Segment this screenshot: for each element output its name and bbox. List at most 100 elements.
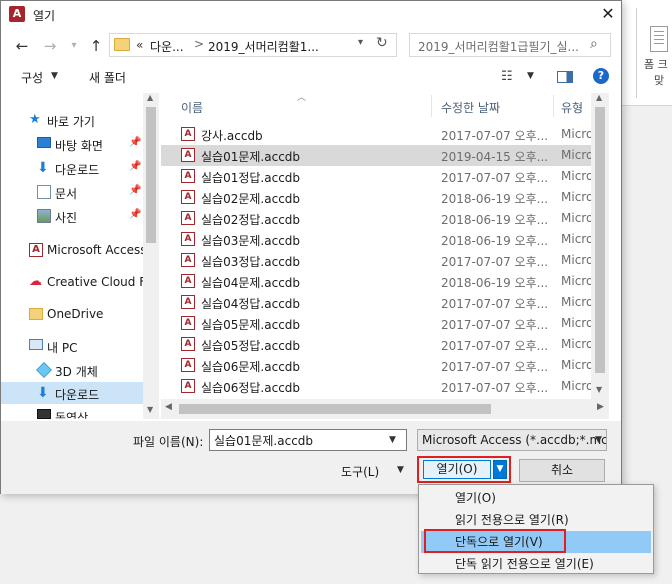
sidebar-item-downloads-pc[interactable]: ⬇ 다운로드 [1,382,143,404]
access-file-icon: A [181,379,195,393]
table-row[interactable]: A 실습02문제.accdb 2018-06-19 오후... Microsof [161,187,609,208]
open-button[interactable]: 열기(O) [423,460,491,479]
cancel-button[interactable]: 취소 [519,459,605,482]
ribbon-separator [636,8,637,98]
download-icon: ⬇ [37,160,49,176]
sidebar-item-3d-objects[interactable]: 3D 개체 [1,359,143,381]
table-row[interactable]: A 실습04문제.accdb 2018-06-19 오후... Microsof [161,271,609,292]
sidebar-item-microsoft-access[interactable]: A Microsoft Access [1,239,147,261]
sidebar-item-onedrive[interactable]: OneDrive [1,303,143,325]
sidebar-item-this-pc[interactable]: 내 PC [1,335,143,357]
sidebar-item-quick-access[interactable]: ★ 바로 가기 [1,109,143,131]
scrollbar-thumb[interactable] [179,404,491,414]
tools-chevron-down-icon[interactable]: ▼ [397,465,404,475]
table-row[interactable]: A 실습02정답.accdb 2018-06-19 오후... Microsof [161,208,609,229]
arrow-left-icon: ← [15,37,29,55]
organize-button[interactable]: 구성 [21,69,43,86]
address-dropdown-icon[interactable]: ▾ [358,37,363,48]
view-options-icon[interactable]: ☷ [501,69,513,84]
navigation-pane-scrollbar[interactable]: ▲ ▼ [143,93,159,419]
file-date: 2017-07-07 오후... [441,339,549,353]
table-row[interactable]: A 실습06정답.accdb 2017-07-07 오후... Microsof [161,376,609,397]
column-header-type[interactable]: 유형 [561,93,583,119]
table-row[interactable]: A 강사.accdb 2017-07-07 오후... Microsof [161,124,609,145]
sidebar-item-documents[interactable]: 문서 📌 [1,181,143,203]
filename-chevron-down-icon[interactable]: ▼ [389,435,396,445]
document-icon [37,185,51,199]
scroll-left-icon[interactable]: ◀ [165,402,172,412]
sidebar-item-pictures[interactable]: 사진 📌 [1,205,143,227]
column-header-name[interactable]: 이름 [181,93,203,119]
sidebar-item-desktop[interactable]: 바탕 화면 📌 [1,133,143,155]
close-icon: ✕ [601,4,615,23]
folder-icon [29,308,43,320]
new-folder-button[interactable]: 새 폴더 [89,69,126,86]
sidebar-item-creative-cloud[interactable]: ☁ Creative Cloud Fil [1,271,152,293]
filter-chevron-down-icon[interactable]: ▼ [595,435,602,445]
address-bar[interactable]: « 다운... > 2019_서머리컴활1... ▾ ↻ [109,33,397,57]
organize-chevron-down-icon: ▼ [51,71,58,81]
sidebar-item-videos[interactable]: 동영상 [1,405,143,419]
column-divider[interactable] [431,95,432,117]
film-icon [37,409,51,419]
form-icon[interactable] [650,26,668,52]
scroll-down-icon[interactable]: ▼ [596,385,602,394]
table-row[interactable]: A 실습05문제.accdb 2017-07-07 오후... Microsof [161,313,609,334]
back-button[interactable]: ← [11,35,33,57]
column-header-date[interactable]: 수정한 날짜 [441,93,500,119]
access-file-icon: A [181,148,195,162]
sidebar-item-label: 다운로드 [55,163,100,177]
table-row-selected[interactable]: A 실습01문제.accdb 2019-04-15 오후... Microsof [161,145,609,166]
file-list-vertical-scrollbar[interactable]: ▲ ▼ [591,93,609,399]
forward-button[interactable]: → [39,35,61,57]
pictures-icon [37,209,51,223]
sidebar-item-label: 사진 [55,211,78,225]
file-date: 2017-07-07 오후... [441,171,549,185]
scrollbar-thumb[interactable] [146,107,156,243]
close-button[interactable]: ✕ [595,3,621,25]
table-row[interactable]: A 실습01정답.accdb 2017-07-07 오후... Microsof [161,166,609,187]
preview-pane-icon[interactable] [557,71,573,83]
command-toolbar: 구성 ▼ 새 폴더 ☷ ▼ ? [1,63,621,91]
menu-item-open-exclusive-read-only[interactable]: 단독 읽기 전용으로 열기(E) [421,553,651,575]
help-icon[interactable]: ? [593,68,609,84]
open-dropdown-chevron-down-icon[interactable]: ▼ [493,460,507,479]
scrollbar-thumb[interactable] [595,107,605,373]
address-segment-folder[interactable]: 2019_서머리컴활1... [208,38,319,55]
scroll-up-icon[interactable]: ▲ [147,93,153,102]
table-row[interactable]: A 실습05정답.accdb 2017-07-07 오후... Microsof [161,334,609,355]
recent-locations-button[interactable]: ▾ [63,35,85,57]
refresh-icon[interactable]: ↻ [376,35,388,51]
tools-button[interactable]: 도구(L) [341,463,379,480]
scroll-up-icon[interactable]: ▲ [596,93,602,102]
filename-input[interactable] [209,429,407,451]
menu-item-open[interactable]: 열기(O) [421,487,651,509]
scroll-down-icon[interactable]: ▼ [147,405,153,414]
table-row[interactable]: A 실습03정답.accdb 2017-07-07 오후... Microsof [161,250,609,271]
column-divider[interactable] [553,95,554,117]
file-name: 실습02문제.accdb [201,192,301,206]
table-row[interactable]: A 실습03문제.accdb 2018-06-19 오후... Microsof [161,229,609,250]
sidebar-item-downloads[interactable]: ⬇ 다운로드 📌 [1,157,143,179]
column-label: 이름 [181,101,204,115]
ribbon-label-2: 맞 [654,74,665,87]
view-chevron-down-icon[interactable]: ▼ [527,71,534,81]
search-box[interactable]: 2019_서머리컴활1급필기_실... ⌕ [409,33,611,57]
file-list: 이름 ︿ 수정한 날짜 유형 A 강사.accdb 2017-07-07 오후.… [161,93,609,399]
menu-item-open-read-only[interactable]: 읽기 전용으로 열기(R) [421,509,651,531]
up-button[interactable]: ↑ [85,35,107,57]
search-icon[interactable]: ⌕ [590,36,598,52]
sidebar-item-label: Creative Cloud Fil [47,275,152,289]
arrow-up-icon: ↑ [89,37,103,55]
address-segment-downloads[interactable]: 다운... [150,38,184,55]
table-row[interactable]: A 실습06문제.accdb 2017-07-07 오후... Microsof [161,355,609,376]
file-type-filter-select[interactable]: Microsoft Access (*.accdb;*.mc [417,429,607,451]
address-separator-chevron-icon[interactable]: > [194,37,204,51]
pin-icon: 📌 [129,161,142,172]
table-row[interactable]: A 실습04정답.accdb 2017-07-07 오후... Microsof [161,292,609,313]
file-list-horizontal-scrollbar[interactable]: ◀ ▶ [161,399,609,419]
access-file-icon: A [181,169,195,183]
access-file-icon: A [181,295,195,309]
address-overflow[interactable]: « [136,38,143,52]
scroll-right-icon[interactable]: ▶ [597,402,604,412]
